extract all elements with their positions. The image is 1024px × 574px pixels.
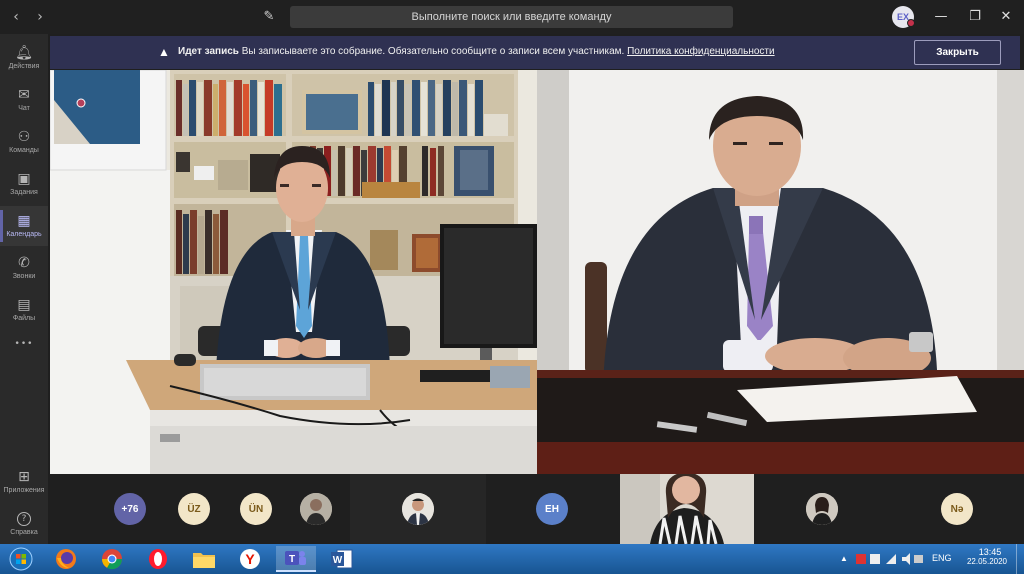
participant-tile[interactable] [620, 474, 754, 544]
participant-tile[interactable] [350, 474, 486, 544]
windows-taskbar: Y T W ▲ ENG 13:45 22.05.2020 [0, 544, 1024, 574]
rail-item-assignments[interactable]: ▣ Задания [0, 164, 48, 204]
rail-item-label: Файлы [12, 315, 36, 322]
apps-icon: ⊞ [18, 469, 30, 485]
rail-item-label: Приложения [3, 487, 45, 494]
participant-tile[interactable] [286, 474, 346, 544]
participant-initials: ÜZ [178, 493, 210, 525]
participant-tile[interactable]: EH [486, 474, 618, 544]
rail-item-label: Задания [10, 189, 38, 196]
banner-title: Идет запись [178, 46, 239, 57]
search-input[interactable]: Выполните поиск или введите команду [290, 6, 733, 28]
presence-status-icon [907, 19, 915, 27]
maximize-icon[interactable]: ❐ [965, 6, 985, 26]
close-banner-button[interactable]: Закрыть [914, 40, 1001, 65]
participant-avatar-photo [300, 493, 332, 525]
opera-icon[interactable] [138, 546, 178, 572]
firefox-icon[interactable] [46, 546, 86, 572]
compose-icon[interactable]: ✎ [261, 8, 277, 24]
participant-initials: EH [536, 493, 568, 525]
clock-time: 13:45 [978, 547, 1002, 557]
show-desktop-button[interactable] [1016, 544, 1024, 574]
bell-icon: 🔔︎ [15, 45, 33, 61]
svg-text:W: W [333, 555, 343, 566]
rail-item-label: Справка [10, 529, 38, 536]
close-window-icon[interactable]: ✕ [996, 6, 1016, 26]
participant-avatar-photo [402, 493, 434, 525]
banner-body: Вы записываете это собрание. Обязательно… [238, 46, 628, 57]
participant-tile[interactable] [754, 474, 890, 544]
back-arrow-icon[interactable]: ‹ [6, 7, 26, 27]
office-scene-image [50, 70, 537, 474]
banner-message: Идет запись Вы записываете это собрание.… [178, 46, 775, 57]
minimize-icon[interactable]: — [931, 6, 951, 26]
rail-item-calendar[interactable]: ▦ Календарь [0, 206, 48, 246]
rail-item-more[interactable]: ••• [0, 330, 48, 358]
participant-tile[interactable]: ÜZ [162, 474, 226, 544]
word-icon[interactable]: W [322, 546, 362, 572]
rail-item-teams[interactable]: ⚇ Команды [0, 122, 48, 162]
privacy-policy-link[interactable]: Политика конфиденциальности [627, 46, 775, 57]
participant-initials: Nə [941, 493, 973, 525]
rail-item-help[interactable]: ? Справка [0, 504, 48, 544]
app-rail: 🔔︎ Действия ✉ Чат ⚇ Команды ▣ Задания ▦ … [0, 34, 48, 544]
rail-item-label: Чат [18, 105, 30, 112]
rail-item-calls[interactable]: ✆ Звонки [0, 248, 48, 288]
rail-item-apps[interactable]: ⊞ Приложения [0, 462, 48, 502]
recording-banner: ▲ Идет запись Вы записываете это собрани… [50, 36, 1020, 69]
rail-item-activity[interactable]: 🔔︎ Действия [0, 38, 48, 78]
phone-icon: ✆ [18, 255, 30, 271]
title-bar: ‹ › ✎ Выполните поиск или введите команд… [0, 0, 1024, 34]
participant-video-left[interactable] [50, 70, 537, 474]
rail-item-chat[interactable]: ✉ Чат [0, 80, 48, 120]
rail-item-label: Действия [8, 63, 40, 70]
calendar-icon: ▦ [17, 213, 31, 229]
participant-video-right[interactable] [537, 70, 1024, 474]
rail-item-label: Команды [9, 147, 39, 154]
forward-arrow-icon[interactable]: › [30, 7, 50, 27]
teams-meeting-window: ‹ › ✎ Выполните поиск или введите команд… [0, 0, 1024, 574]
teams-icon: ⚇ [17, 129, 31, 145]
rail-item-label: Календарь [6, 231, 42, 238]
more-icon: ••• [14, 339, 34, 349]
svg-text:Y: Y [245, 551, 255, 567]
participant-initials: ÜN [240, 493, 272, 525]
file-icon: ▤ [17, 297, 31, 313]
yandex-browser-icon[interactable]: Y [230, 546, 270, 572]
participant-avatar-photo [806, 493, 838, 525]
conference-participant-image [537, 70, 1024, 474]
rail-item-label: Звонки [12, 273, 36, 280]
participant-overflow-count: +76 [114, 493, 146, 525]
language-indicator[interactable]: ENG [932, 553, 952, 563]
help-icon: ? [17, 512, 31, 526]
participant-video-thumbnail [620, 474, 754, 544]
chat-icon: ✉ [18, 87, 30, 103]
tray-expand-icon[interactable]: ▲ [840, 554, 848, 563]
chrome-icon[interactable] [92, 546, 132, 572]
participant-tile[interactable]: Nə [890, 474, 1024, 544]
participant-strip: +76 ÜZ ÜN EH Nə [50, 474, 1024, 544]
warning-icon: ▲ [158, 45, 170, 59]
file-explorer-icon[interactable] [184, 546, 224, 572]
participant-tile[interactable]: +76 [98, 474, 162, 544]
rail-item-files[interactable]: ▤ Файлы [0, 290, 48, 330]
start-button[interactable] [2, 546, 40, 572]
participant-tile[interactable]: ÜN [224, 474, 288, 544]
clock-date: 22.05.2020 [966, 557, 1008, 566]
assignments-icon: ▣ [17, 171, 31, 187]
tray-icons [856, 552, 924, 568]
video-stage [50, 70, 1024, 474]
system-clock[interactable]: 13:45 22.05.2020 [967, 547, 1008, 566]
teams-taskbar-icon[interactable]: T [276, 546, 316, 572]
svg-text:T: T [289, 554, 295, 565]
